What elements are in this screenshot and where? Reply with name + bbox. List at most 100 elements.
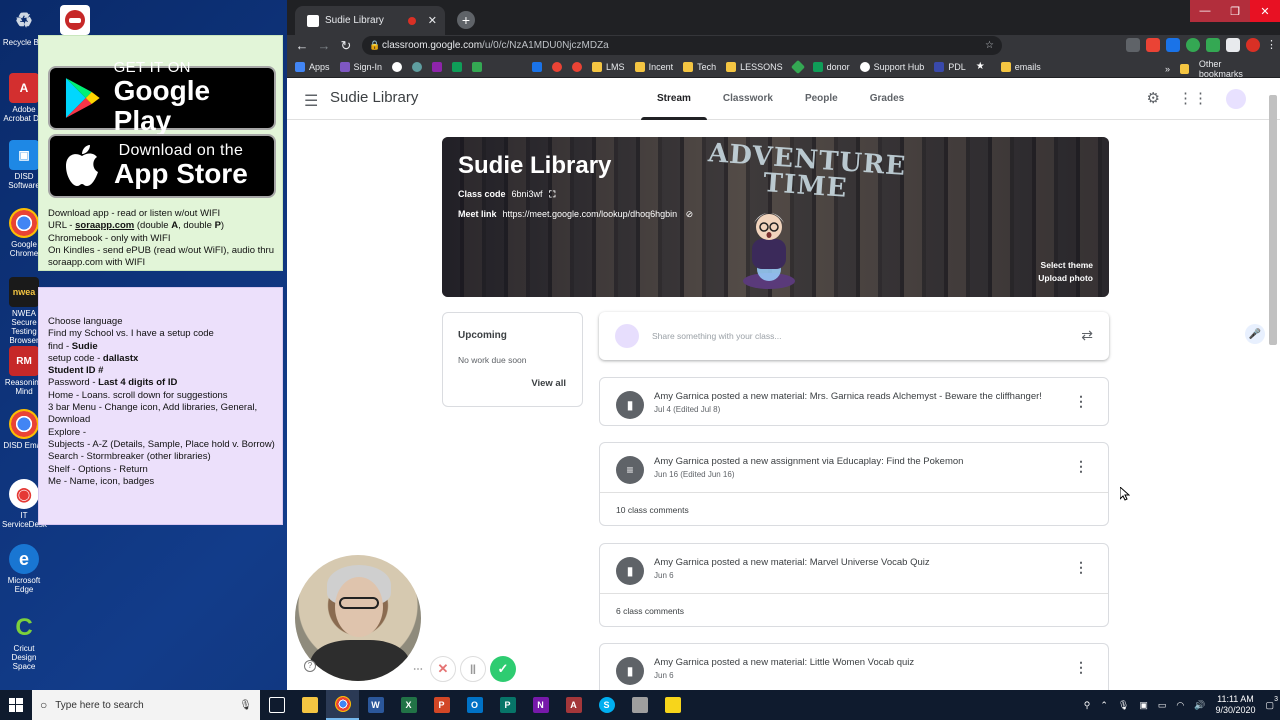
tray-app-icon[interactable]: ▣ — [1139, 700, 1148, 711]
bookmark-support-hub[interactable]: Support Hub — [859, 61, 924, 72]
settings-gear-icon[interactable]: ⚙ — [1147, 89, 1160, 109]
taskbar-chrome[interactable] — [326, 690, 359, 720]
fullscreen-icon[interactable]: ⛶ — [549, 189, 555, 199]
stream-post[interactable]: ≡ Amy Garnica posted a new assignment vi… — [599, 442, 1109, 526]
tray-overflow-chevron-icon[interactable]: ⌃ — [1100, 700, 1108, 711]
bookmark-icon-only[interactable] — [432, 61, 443, 72]
more-options-icon[interactable]: ⋮ — [1074, 458, 1088, 475]
browser-tab[interactable]: Sudie Library ✕ — [295, 6, 445, 35]
post-title[interactable]: Amy Garnica posted a new material: Littl… — [654, 657, 1064, 668]
bookmark-icon-only[interactable] — [452, 61, 463, 72]
desktop-icon-cricut[interactable]: C Cricut Design Space — [2, 612, 46, 671]
google-apps-grid-icon[interactable]: ⋮⋮ — [1178, 89, 1208, 109]
desktop-icon-edge[interactable]: e Microsoft Edge — [2, 544, 46, 594]
taskbar-clock[interactable]: 11:11 AM 9/30/2020 — [1215, 694, 1255, 716]
tab-stream[interactable]: Stream — [641, 78, 707, 120]
recorder-finish-button[interactable]: ✓ — [490, 656, 516, 682]
post-title[interactable]: Amy Garnica posted a new assignment via … — [654, 456, 1064, 467]
main-menu-icon[interactable]: ☰ — [304, 91, 318, 111]
bookmark-icon-only[interactable] — [790, 59, 805, 74]
more-options-icon[interactable]: ⋮ — [1074, 393, 1088, 410]
bookmark-donor[interactable]: donor — [812, 61, 850, 72]
class-comments-link[interactable]: 6 class comments — [600, 593, 1108, 628]
share-placeholder[interactable]: Share something with your class... — [652, 331, 781, 341]
maximize-button[interactable]: ❐ — [1220, 0, 1250, 22]
extension-icon[interactable] — [1206, 38, 1220, 52]
bookmark-folder-lms[interactable]: LMS — [592, 61, 625, 72]
view-all-button[interactable]: View all — [531, 378, 566, 389]
bookmark-folder-tech[interactable]: Tech — [683, 61, 716, 72]
stream-post[interactable]: ▮ Amy Garnica posted a new material: Mrs… — [599, 377, 1109, 426]
extension-icon[interactable] — [1166, 38, 1180, 52]
start-button[interactable] — [0, 690, 32, 720]
repost-icon[interactable]: ⇄ — [1081, 327, 1093, 344]
meet-link[interactable]: https://meet.google.com/lookup/dhoq6hgbi… — [503, 209, 678, 219]
people-icon[interactable]: ⚲ — [1084, 700, 1091, 711]
tab-classwork[interactable]: Classwork — [707, 78, 789, 119]
close-window-button[interactable]: ✕ — [1250, 0, 1280, 22]
bookmark-folder-lessons[interactable]: LESSONS — [726, 61, 783, 72]
bookmark-folder-incent[interactable]: Incent — [634, 61, 673, 72]
bookmark-icon-only[interactable] — [532, 61, 543, 72]
upload-photo-button[interactable]: Upload photo — [1038, 272, 1093, 285]
visibility-off-icon[interactable]: ⊘ — [686, 209, 694, 219]
more-options-icon[interactable]: ⋮ — [1074, 659, 1088, 676]
taskbar-outlook[interactable]: O — [458, 690, 491, 720]
forward-icon[interactable]: → — [313, 38, 335, 53]
bookmark-icon-only[interactable] — [472, 61, 483, 72]
extension-icon[interactable] — [1126, 38, 1140, 52]
help-icon[interactable]: ? — [304, 660, 316, 672]
reload-icon[interactable]: ↻ — [335, 38, 357, 54]
recorder-more-icon[interactable]: ⋯ — [409, 660, 427, 678]
bookmark-icon-only[interactable] — [412, 61, 423, 72]
back-icon[interactable]: ← — [291, 38, 313, 53]
class-comments-link[interactable]: 10 class comments — [600, 492, 1108, 527]
tab-people[interactable]: People — [789, 78, 854, 119]
other-bookmarks[interactable]: » Other bookmarks — [1165, 59, 1260, 79]
share-box[interactable]: Share something with your class... ⇄ — [599, 312, 1109, 360]
sticky-note-sora-steps[interactable]: Choose language Find my School vs. I hav… — [38, 287, 283, 525]
bookmark-icon-only[interactable]: ★ — [976, 61, 985, 72]
class-title[interactable]: Sudie Library — [330, 89, 418, 106]
google-play-badge[interactable]: GET IT ON Google Play — [48, 60, 276, 136]
microphone-icon[interactable]: 🎙 — [239, 700, 252, 711]
task-view-button[interactable] — [260, 690, 293, 720]
bookmark-apps[interactable]: Apps — [295, 61, 330, 72]
bookmark-icon-only[interactable] — [392, 61, 403, 72]
app-store-badge[interactable]: Download on the App Store — [48, 134, 276, 198]
extension-icon[interactable] — [1146, 38, 1160, 52]
taskbar-onenote[interactable]: N — [524, 690, 557, 720]
profile-avatar-icon[interactable] — [1246, 38, 1260, 52]
post-title[interactable]: Amy Garnica posted a new material: Mrs. … — [654, 391, 1064, 402]
chrome-menu-icon[interactable]: ⋮ — [1266, 38, 1277, 52]
recorder-cancel-button[interactable]: ✕ — [430, 656, 456, 682]
extensions-puzzle-icon[interactable] — [1226, 38, 1240, 52]
taskbar-powerpoint[interactable]: P — [425, 690, 458, 720]
address-bar[interactable]: 🔒 classroom.google.com/u/0/c/NzA1MDU0Njc… — [362, 36, 1002, 55]
tray-battery-icon[interactable]: ▭ — [1158, 700, 1167, 711]
network-icon[interactable]: ◠ — [1176, 700, 1184, 711]
stream-post[interactable]: ▮ Amy Garnica posted a new material: Lit… — [599, 643, 1109, 690]
tab-close-icon[interactable]: ✕ — [428, 14, 437, 27]
sora-url-link[interactable]: soraapp.com — [75, 220, 134, 231]
taskbar-file-explorer[interactable] — [293, 690, 326, 720]
bookmark-icon-only[interactable] — [572, 61, 583, 72]
taskbar-sticky-notes[interactable] — [656, 690, 689, 720]
sora-app-icon[interactable] — [60, 5, 90, 35]
taskbar-skype[interactable]: S — [590, 690, 623, 720]
action-center-icon[interactable]: ▢ 3 — [1265, 696, 1278, 711]
sticky-note-sora-apps[interactable]: GET IT ON Google Play Download on the Ap… — [38, 35, 283, 271]
more-options-icon[interactable]: ⋮ — [1074, 559, 1088, 576]
select-theme-button[interactable]: Select theme — [1038, 259, 1093, 272]
bookmark-folder-emails[interactable]: emails — [1000, 61, 1041, 72]
tray-mic-icon[interactable]: 🎙 — [1118, 700, 1129, 711]
taskbar-publisher[interactable]: P — [491, 690, 524, 720]
minimize-button[interactable]: — — [1190, 0, 1220, 22]
bookmark-icon-only[interactable] — [552, 61, 563, 72]
volume-icon[interactable]: 🔊 — [1194, 700, 1205, 711]
bookmark-star-icon[interactable]: ☆ — [985, 40, 994, 51]
taskbar-access[interactable]: A — [557, 690, 590, 720]
stream-post[interactable]: ▮ Amy Garnica posted a new material: Mar… — [599, 543, 1109, 627]
taskbar-word[interactable]: W — [359, 690, 392, 720]
taskbar-excel[interactable]: X — [392, 690, 425, 720]
